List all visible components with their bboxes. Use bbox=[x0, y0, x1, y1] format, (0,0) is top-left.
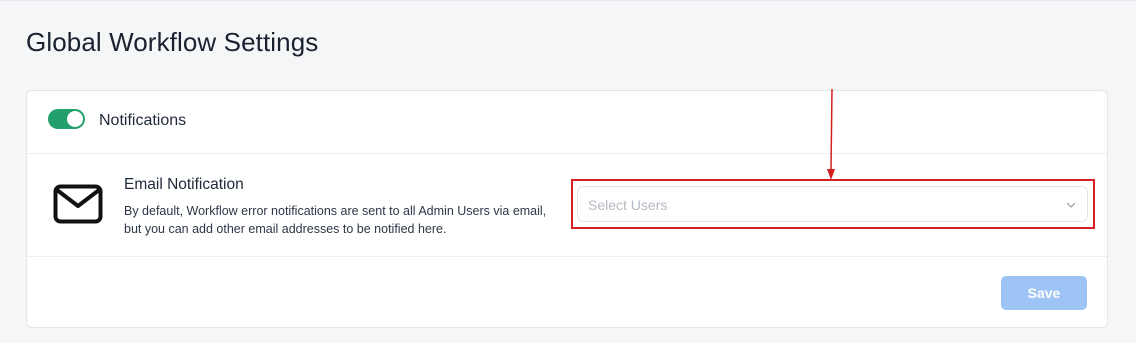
select-users-placeholder: Select Users bbox=[588, 197, 668, 213]
save-button[interactable]: Save bbox=[1001, 276, 1087, 310]
notifications-toggle[interactable] bbox=[48, 109, 85, 129]
envelope-icon bbox=[53, 184, 103, 224]
page-title: Global Workflow Settings bbox=[26, 27, 319, 57]
top-divider bbox=[0, 0, 1136, 1]
toggle-knob bbox=[67, 111, 83, 127]
settings-card: Notifications Email Notification By defa… bbox=[26, 90, 1108, 328]
email-notification-row: Email Notification By default, Workflow … bbox=[27, 154, 1107, 257]
notifications-label: Notifications bbox=[99, 112, 187, 129]
email-notification-title: Email Notification bbox=[124, 176, 244, 193]
email-notification-description: By default, Workflow error notifications… bbox=[124, 204, 547, 236]
select-users-dropdown[interactable]: Select Users bbox=[577, 186, 1088, 222]
notifications-header: Notifications bbox=[27, 91, 1107, 154]
chevron-down-icon bbox=[1066, 202, 1076, 208]
